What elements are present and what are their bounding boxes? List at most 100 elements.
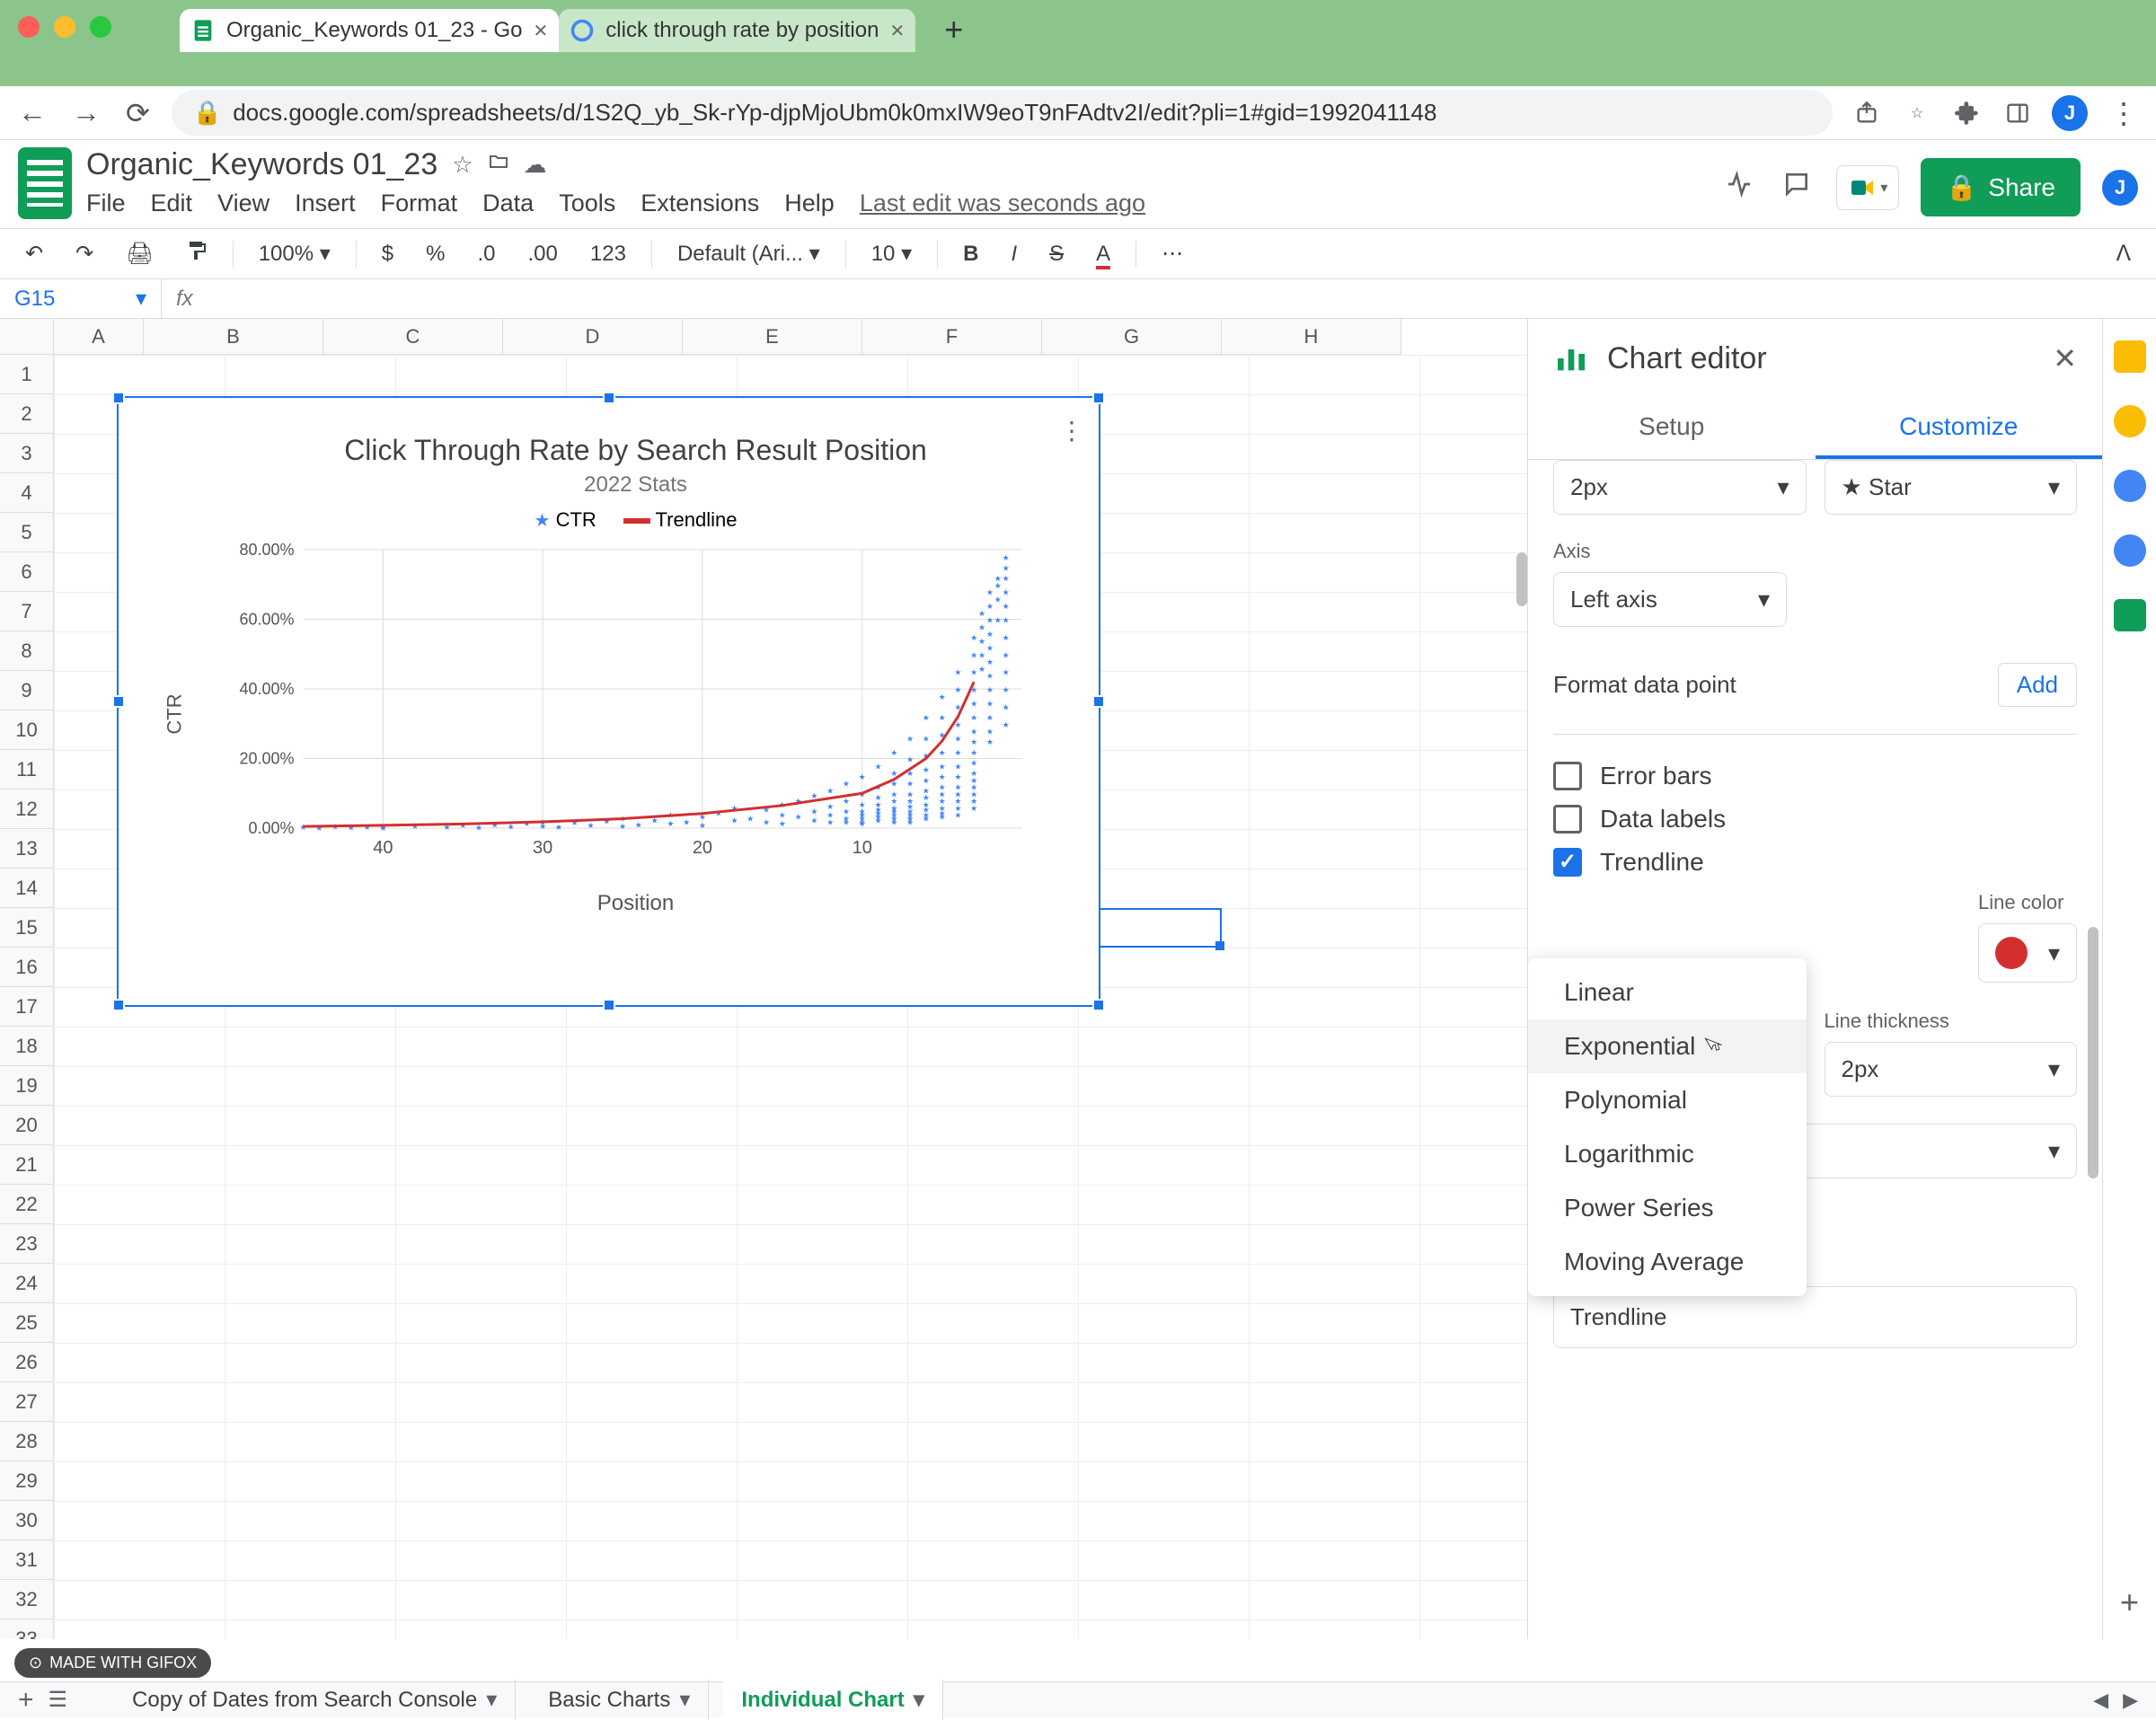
- trendline-checkbox[interactable]: Trendline: [1553, 848, 2077, 877]
- row-header[interactable]: 23: [0, 1224, 54, 1264]
- close-window-button[interactable]: [18, 16, 40, 38]
- dropdown-option-linear[interactable]: Linear: [1528, 966, 1807, 1019]
- browser-tab-sheets[interactable]: Organic_Keywords 01_23 - Go ✕: [180, 9, 559, 52]
- row-header[interactable]: 22: [0, 1185, 54, 1224]
- column-header[interactable]: B: [144, 319, 323, 355]
- all-sheets-button[interactable]: ☰: [49, 1687, 68, 1713]
- row-header[interactable]: 31: [0, 1540, 54, 1580]
- browser-tab-google-search[interactable]: click through rate by position ✕: [559, 9, 915, 52]
- reload-button[interactable]: ⟳: [122, 93, 154, 134]
- row-header[interactable]: 11: [0, 750, 54, 789]
- row-header[interactable]: 16: [0, 948, 54, 987]
- line-color-select[interactable]: ▾: [1978, 923, 2077, 983]
- column-header[interactable]: D: [503, 319, 683, 355]
- undo-button[interactable]: ↶: [18, 237, 50, 270]
- row-header[interactable]: 20: [0, 1106, 54, 1145]
- font-size-select[interactable]: 10 ▾: [864, 237, 919, 270]
- row-header[interactable]: 18: [0, 1027, 54, 1066]
- paint-format-button[interactable]: [179, 236, 215, 271]
- scroll-tabs-left[interactable]: ◀: [2093, 1689, 2108, 1712]
- cell-grid[interactable]: ⋮ Click Through Rate by Search Result Po…: [54, 355, 1527, 1639]
- share-icon[interactable]: [1851, 97, 1883, 129]
- close-editor-button[interactable]: ✕: [2053, 341, 2077, 375]
- increase-decimal[interactable]: .00: [521, 238, 565, 270]
- row-header[interactable]: 32: [0, 1580, 54, 1619]
- maps-icon[interactable]: [2114, 599, 2146, 631]
- move-icon[interactable]: [488, 151, 509, 179]
- menu-edit[interactable]: Edit: [151, 190, 193, 217]
- maximize-window-button[interactable]: [90, 16, 111, 38]
- address-bar[interactable]: 🔒 docs.google.com/spreadsheets/d/1S2Q_yb…: [172, 90, 1833, 136]
- sheet-tab-menu-icon[interactable]: ▾: [486, 1687, 497, 1713]
- dropdown-option-logarithmic[interactable]: Logarithmic: [1528, 1127, 1807, 1181]
- chart-plot-area[interactable]: CTR 0.00%20.00%40.00%60.00%80.00%4030201…: [208, 541, 1063, 864]
- dropdown-option-polynomial[interactable]: Polynomial: [1528, 1073, 1807, 1127]
- column-header[interactable]: A: [54, 319, 144, 355]
- row-header[interactable]: 26: [0, 1343, 54, 1382]
- row-header[interactable]: 3: [0, 434, 54, 473]
- spreadsheet-grid[interactable]: 1234567891011121314151617181920212223242…: [0, 319, 1527, 1639]
- column-header[interactable]: G: [1042, 319, 1222, 355]
- sheet-tab-menu-icon[interactable]: ▾: [679, 1687, 690, 1713]
- row-header[interactable]: 7: [0, 592, 54, 631]
- back-button[interactable]: ←: [14, 93, 50, 133]
- star-icon[interactable]: ☆: [452, 151, 473, 179]
- percent-button[interactable]: %: [419, 238, 452, 270]
- menu-view[interactable]: View: [217, 190, 270, 217]
- sheet-tab[interactable]: Basic Charts ▾: [530, 1680, 709, 1720]
- text-color-button[interactable]: A: [1089, 238, 1118, 270]
- forward-button[interactable]: →: [68, 93, 104, 133]
- document-title[interactable]: Organic_Keywords 01_23: [86, 147, 437, 182]
- browser-menu-icon[interactable]: ⋮: [2106, 93, 2142, 134]
- comments-icon[interactable]: [1779, 166, 1815, 209]
- row-header[interactable]: 14: [0, 869, 54, 908]
- sheet-tab-menu-icon[interactable]: ▾: [914, 1687, 924, 1713]
- font-select[interactable]: Default (Ari... ▾: [670, 237, 827, 270]
- bold-button[interactable]: B: [956, 238, 985, 270]
- chart-legend[interactable]: ★ CTR Trendline: [208, 508, 1063, 532]
- row-header[interactable]: 33: [0, 1619, 54, 1639]
- row-header[interactable]: 28: [0, 1422, 54, 1461]
- profile-avatar[interactable]: J: [2052, 95, 2088, 131]
- more-toolbar-button[interactable]: ⋯: [1154, 237, 1190, 270]
- row-header[interactable]: 19: [0, 1066, 54, 1106]
- editor-scrollbar[interactable]: [2088, 927, 2099, 1178]
- row-header[interactable]: 8: [0, 631, 54, 671]
- name-box[interactable]: G15▾: [0, 279, 162, 318]
- dropdown-option-power-series[interactable]: Power Series: [1528, 1181, 1807, 1235]
- dropdown-option-moving-average[interactable]: Moving Average: [1528, 1235, 1807, 1289]
- point-size-select[interactable]: 2px▾: [1553, 460, 1807, 515]
- row-header[interactable]: 29: [0, 1461, 54, 1501]
- zoom-select[interactable]: 100% ▾: [252, 237, 338, 270]
- close-tab-icon[interactable]: ✕: [534, 20, 549, 42]
- collapse-toolbar-icon[interactable]: ᐱ: [2109, 237, 2138, 270]
- chart-subtitle[interactable]: 2022 Stats: [208, 472, 1063, 498]
- row-header[interactable]: 27: [0, 1382, 54, 1422]
- italic-button[interactable]: I: [1003, 238, 1024, 270]
- tab-customize[interactable]: Customize: [1816, 398, 2103, 459]
- point-shape-select[interactable]: ★ Star▾: [1825, 460, 2078, 515]
- data-labels-checkbox[interactable]: Data labels: [1553, 805, 2077, 834]
- currency-button[interactable]: $: [375, 238, 401, 270]
- menu-data[interactable]: Data: [482, 190, 534, 217]
- menu-format[interactable]: Format: [381, 190, 458, 217]
- menu-file[interactable]: File: [86, 190, 126, 217]
- error-bars-checkbox[interactable]: Error bars: [1553, 762, 2077, 790]
- chart-title[interactable]: Click Through Rate by Search Result Posi…: [208, 434, 1063, 467]
- decrease-decimal[interactable]: .0: [471, 238, 503, 270]
- row-header[interactable]: 12: [0, 789, 54, 829]
- row-header[interactable]: 17: [0, 987, 54, 1027]
- new-tab-button[interactable]: +: [933, 7, 974, 52]
- tasks-icon[interactable]: [2114, 470, 2146, 502]
- menu-help[interactable]: Help: [784, 190, 835, 217]
- chart-object[interactable]: ⋮ Click Through Rate by Search Result Po…: [117, 396, 1100, 1007]
- row-header[interactable]: 1: [0, 355, 54, 394]
- row-header[interactable]: 30: [0, 1501, 54, 1540]
- row-header[interactable]: 6: [0, 552, 54, 592]
- menu-tools[interactable]: Tools: [559, 190, 615, 217]
- column-header[interactable]: E: [683, 319, 862, 355]
- scroll-tabs-right[interactable]: ▶: [2123, 1689, 2138, 1712]
- sheet-tab[interactable]: Copy of Dates from Search Console ▾: [114, 1680, 516, 1720]
- row-header[interactable]: 4: [0, 473, 54, 513]
- row-header[interactable]: 5: [0, 513, 54, 552]
